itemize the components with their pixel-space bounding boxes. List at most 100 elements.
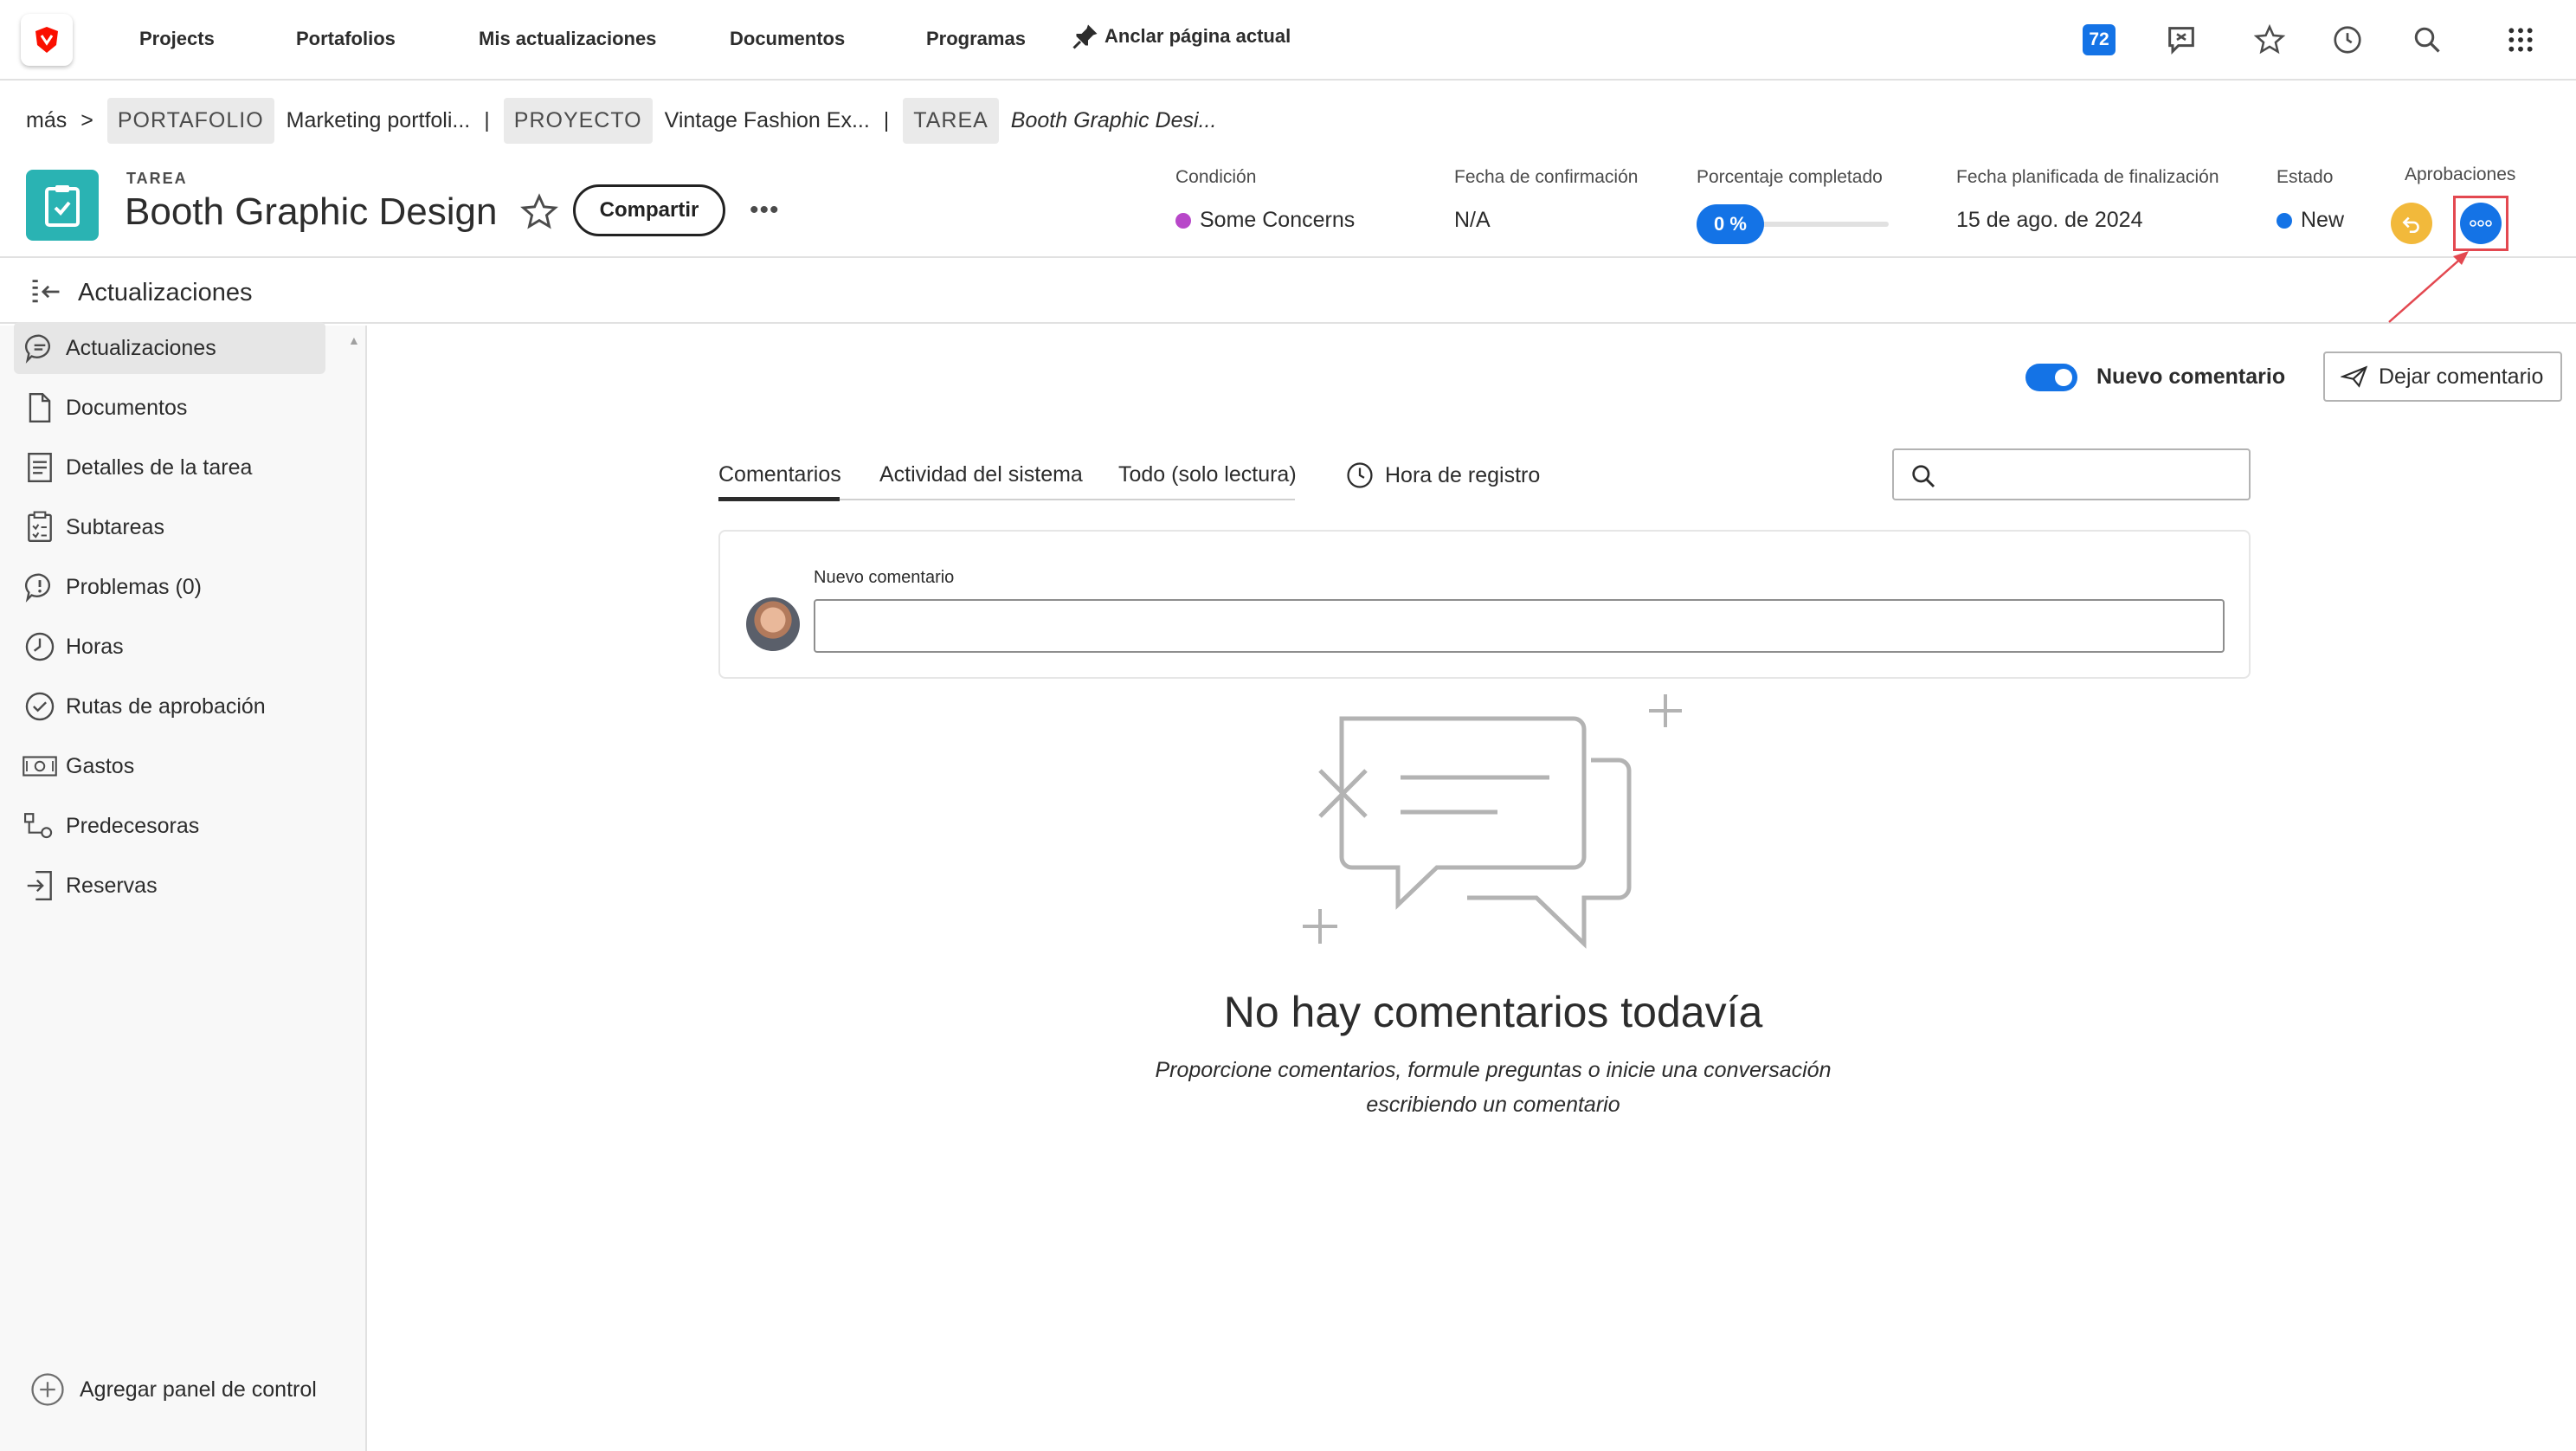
subtasks-icon <box>14 511 66 544</box>
leave-comment-button[interactable]: Dejar comentario <box>2323 351 2562 402</box>
details-icon <box>14 451 66 484</box>
empty-state-description: Proporcione comentarios, formule pregunt… <box>1155 1058 1832 1117</box>
nav-documents[interactable]: Documentos <box>730 28 845 50</box>
new-comment-toggle[interactable] <box>2025 364 2077 391</box>
breadcrumb-current-task: Booth Graphic Desi... <box>1010 107 1217 132</box>
logo-icon <box>35 27 58 53</box>
sidebar-item-label: Detalles de la tarea <box>66 455 253 480</box>
breadcrumb-divider: | <box>883 107 890 132</box>
comments-search-input[interactable] <box>1892 448 2251 500</box>
sidebar-item-label: Predecesoras <box>66 813 200 838</box>
condition-label: Condición <box>1175 167 1257 187</box>
sidebar-item-predecessors[interactable]: Predecesoras <box>14 800 325 852</box>
apps-grid-icon[interactable] <box>2502 21 2540 59</box>
pin-page-button[interactable]: Anclar página actual <box>1070 21 1291 52</box>
tab-comments[interactable]: Comentarios <box>718 462 841 487</box>
document-icon <box>14 391 66 424</box>
approvals-label: Aprobaciones <box>2405 164 2516 184</box>
log-time-label: Hora de registro <box>1385 462 1541 487</box>
approval-check-icon <box>14 690 66 723</box>
share-button[interactable]: Compartir <box>573 184 725 236</box>
planned-completion-text: 15 de ago. de 2024 <box>1956 208 2143 232</box>
sidebar-item-expenses[interactable]: Gastos <box>14 740 325 792</box>
commit-date-value: N/A <box>1454 208 1491 233</box>
task-type-icon <box>26 170 99 241</box>
status-label: Estado <box>2277 167 2334 187</box>
pin-icon <box>1072 24 1098 49</box>
new-comment-input[interactable] <box>814 599 2225 653</box>
sidebar-item-task-details[interactable]: Detalles de la tarea <box>14 442 325 493</box>
sidebar-item-issues[interactable]: Problemas (0) <box>14 561 325 613</box>
breadcrumb: más > PORTAFOLIO Marketing portfoli... |… <box>26 97 1230 144</box>
status-field[interactable]: New <box>2277 208 2344 233</box>
add-dashboard-label: Agregar panel de control <box>80 1377 317 1402</box>
scroll-up-icon[interactable]: ▲ <box>348 333 360 347</box>
annotation-highlight-box <box>2453 196 2508 251</box>
history-icon[interactable] <box>2328 21 2367 59</box>
object-type-label: TAREA <box>126 170 188 187</box>
tab-all-read-only[interactable]: Todo (solo lectura) <box>1118 462 1297 487</box>
planned-completion-label: Fecha planificada de finalización <box>1956 167 2219 187</box>
condition-dot-icon <box>1175 212 1191 229</box>
nav-my-updates[interactable]: Mis actualizaciones <box>479 28 656 50</box>
nav-programs[interactable]: Programas <box>926 28 1026 50</box>
panel-title-bar <box>0 258 2576 324</box>
user-avatar <box>746 597 800 651</box>
condition-value: Some Concerns <box>1200 208 1356 232</box>
sidebar-item-approval-routes[interactable]: Rutas de aprobación <box>14 680 325 732</box>
search-icon <box>1912 465 1935 488</box>
empty-state-title: No hay comentarios todavía <box>1223 988 1763 1036</box>
breadcrumb-more[interactable]: más <box>26 108 80 133</box>
new-comment-toggle-label: Nuevo comentario <box>2096 364 2286 389</box>
leave-comment-label: Dejar comentario <box>2379 364 2544 389</box>
condition-field[interactable]: Some Concerns <box>1175 208 1355 233</box>
sidebar-item-label: Horas <box>66 634 124 659</box>
sidebar-item-label: Gastos <box>66 753 135 778</box>
bookings-icon <box>14 869 66 902</box>
updates-icon[interactable] <box>2162 21 2200 59</box>
sidebar-item-label: Documentos <box>66 395 188 420</box>
sidebar-item-label: Subtareas <box>66 514 164 539</box>
search-icon[interactable] <box>2408 21 2446 59</box>
sidebar-item-bookings[interactable]: Reservas <box>14 860 325 912</box>
more-options-icon[interactable]: ••• <box>750 196 780 225</box>
commit-date-label: Fecha de confirmación <box>1454 167 1639 187</box>
approval-undo-icon[interactable] <box>2391 203 2432 244</box>
clock-icon <box>14 630 66 663</box>
collapse-panel-icon[interactable] <box>29 277 62 311</box>
plus-circle-icon <box>31 1373 64 1406</box>
breadcrumb-task-type: TAREA <box>903 97 999 144</box>
breadcrumb-arrow: > <box>80 107 93 132</box>
sidebar-item-subtasks[interactable]: Subtareas <box>14 501 325 553</box>
status-dot-icon <box>2277 212 2292 229</box>
nav-projects[interactable]: Projects <box>139 28 215 50</box>
planned-completion-value[interactable]: 15 de ago. de 2024 <box>1956 208 2142 233</box>
breadcrumb-portfolio-link[interactable]: Marketing portfoli... <box>274 108 485 133</box>
add-dashboard-button[interactable]: Agregar panel de control <box>29 1371 317 1408</box>
money-icon <box>14 753 66 779</box>
page-title: Booth Graphic Design <box>125 190 498 233</box>
sidebar-item-label: Problemas (0) <box>66 574 202 599</box>
empty-comments-illustration <box>1298 693 1697 957</box>
active-tab-indicator <box>718 497 840 501</box>
percent-complete-value[interactable]: 0 % <box>1697 204 1764 244</box>
log-time-button[interactable]: Hora de registro <box>1345 461 1540 490</box>
tab-system-activity[interactable]: Actividad del sistema <box>879 462 1083 487</box>
sidebar-item-updates[interactable]: Actualizaciones <box>14 322 325 374</box>
commit-date-text: N/A <box>1454 208 1491 232</box>
issues-icon <box>14 571 66 603</box>
star-icon[interactable] <box>2251 21 2289 59</box>
pin-label: Anclar página actual <box>1104 25 1291 47</box>
workfront-logo[interactable] <box>21 14 73 66</box>
sidebar-item-hours[interactable]: Horas <box>14 621 325 673</box>
favorite-star-icon[interactable] <box>519 192 559 236</box>
comment-icon <box>14 332 66 364</box>
sidebar-item-documents[interactable]: Documentos <box>14 382 325 434</box>
breadcrumb-project-link[interactable]: Vintage Fashion Ex... <box>653 108 884 133</box>
breadcrumb-portfolio-type: PORTAFOLIO <box>106 97 274 144</box>
notification-badge[interactable]: 72 <box>2083 24 2116 55</box>
predecessors-icon <box>14 809 66 842</box>
nav-portfolios[interactable]: Portafolios <box>296 28 396 50</box>
send-icon <box>2341 365 2368 388</box>
percent-complete-label: Porcentaje completado <box>1697 167 1883 187</box>
